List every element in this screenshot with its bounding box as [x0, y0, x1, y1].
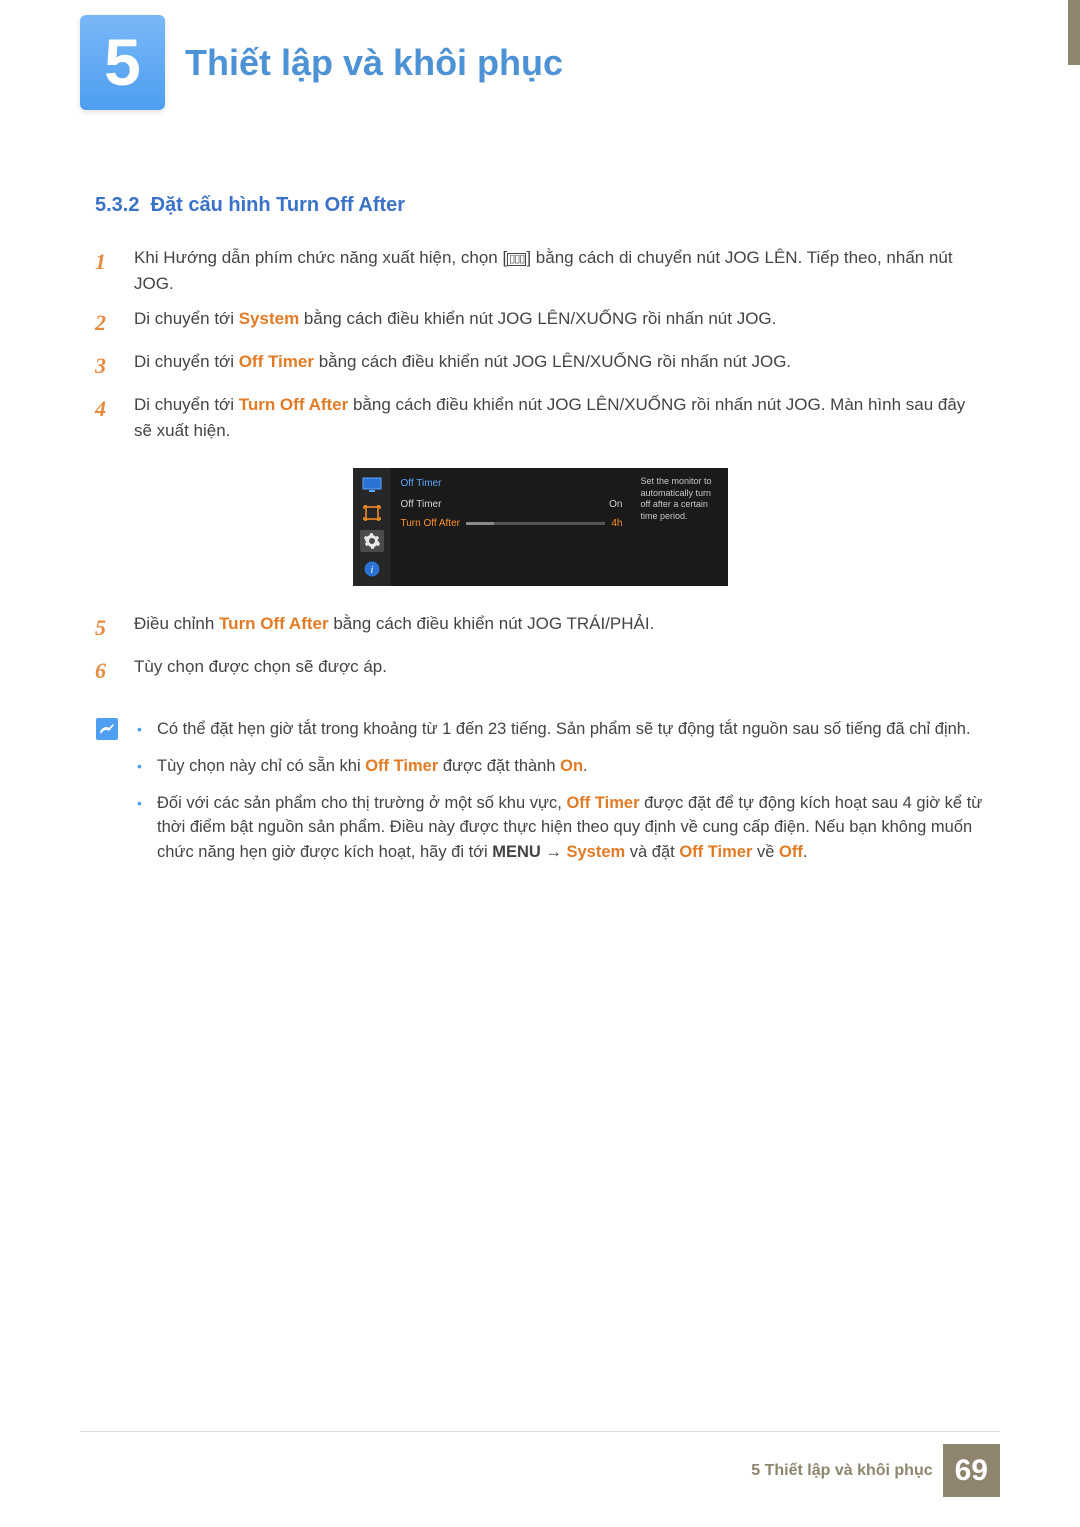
side-stripe — [1068, 0, 1080, 65]
info-icon: i — [360, 558, 384, 580]
accent-turn-off-after: Turn Off After — [239, 395, 349, 414]
osd-row-off-timer: Off Timer On — [401, 497, 623, 512]
osd-row-turn-off-after: Turn Off After 4h — [401, 516, 623, 531]
svg-text:i: i — [370, 565, 373, 576]
note-item: Tùy chọn này chỉ có sẵn khi Off Timer đư… — [137, 754, 985, 779]
step-number: 1 — [95, 245, 119, 296]
step-text: Di chuyển tới Turn Off After bằng cách đ… — [134, 392, 985, 443]
note-list: Có thể đặt hẹn giờ tắt trong khoảng từ 1… — [137, 717, 985, 877]
step-number: 4 — [95, 392, 119, 443]
osd-screenshot: i Off Timer Off Timer On Turn Off After … — [95, 468, 985, 586]
section-number: 5.3.2 — [95, 194, 139, 216]
accent-system: System — [239, 309, 299, 328]
page-header: 5 Thiết lập và khôi phục — [0, 0, 1080, 110]
page-footer: 5 Thiết lập và khôi phục 69 — [80, 1431, 1000, 1527]
gear-icon — [360, 530, 384, 552]
chapter-title: Thiết lập và khôi phục — [185, 36, 563, 90]
footer-label: 5 Thiết lập và khôi phục — [751, 1459, 932, 1483]
notes-block: Có thể đặt hẹn giờ tắt trong khoảng từ 1… — [95, 717, 985, 877]
chapter-number-badge: 5 — [80, 15, 165, 110]
step-text: Tùy chọn được chọn sẽ được áp. — [134, 654, 985, 687]
monitor-icon — [360, 474, 384, 496]
note-item: Có thể đặt hẹn giờ tắt trong khoảng từ 1… — [137, 717, 985, 742]
step-text: Di chuyển tới System bằng cách điều khiể… — [134, 306, 985, 339]
step-1: 1 Khi Hướng dẫn phím chức năng xuất hiện… — [95, 245, 985, 296]
step-6: 6 Tùy chọn được chọn sẽ được áp. — [95, 654, 985, 687]
accent-off-timer: Off Timer — [239, 352, 314, 371]
section-title: Đặt cấu hình Turn Off After — [151, 194, 405, 216]
resize-icon — [360, 502, 384, 524]
step-5: 5 Điều chỉnh Turn Off After bằng cách đi… — [95, 611, 985, 644]
footer-page-number: 69 — [943, 1444, 1000, 1497]
step-text: Di chuyển tới Off Timer bằng cách điều k… — [134, 349, 985, 382]
step-number: 5 — [95, 611, 119, 644]
step-2: 2 Di chuyển tới System bằng cách điều kh… — [95, 306, 985, 339]
note-item: Đối với các sản phẩm cho thị trường ở mộ… — [137, 791, 985, 865]
osd-slider — [466, 522, 605, 525]
step-4: 4 Di chuyển tới Turn Off After bằng cách… — [95, 392, 985, 443]
osd-main: Off Timer Off Timer On Turn Off After 4h — [391, 468, 633, 586]
accent-turn-off-after: Turn Off After — [219, 614, 329, 633]
step-number: 3 — [95, 349, 119, 382]
step-number: 6 — [95, 654, 119, 687]
note-icon — [95, 717, 119, 741]
step-3: 3 Di chuyển tới Off Timer bằng cách điều… — [95, 349, 985, 382]
osd-description: Set the monitor to automatically turn of… — [633, 468, 728, 586]
menu-icon: ▯▯▯ — [507, 253, 526, 266]
section-heading: 5.3.2 Đặt cấu hình Turn Off After — [95, 190, 985, 220]
osd-sidebar: i — [353, 468, 391, 586]
step-text: Điều chỉnh Turn Off After bằng cách điều… — [134, 611, 985, 644]
osd-heading: Off Timer — [401, 476, 623, 491]
step-text: Khi Hướng dẫn phím chức năng xuất hiện, … — [134, 245, 985, 296]
step-number: 2 — [95, 306, 119, 339]
page-content: 5.3.2 Đặt cấu hình Turn Off After 1 Khi … — [0, 110, 1080, 877]
